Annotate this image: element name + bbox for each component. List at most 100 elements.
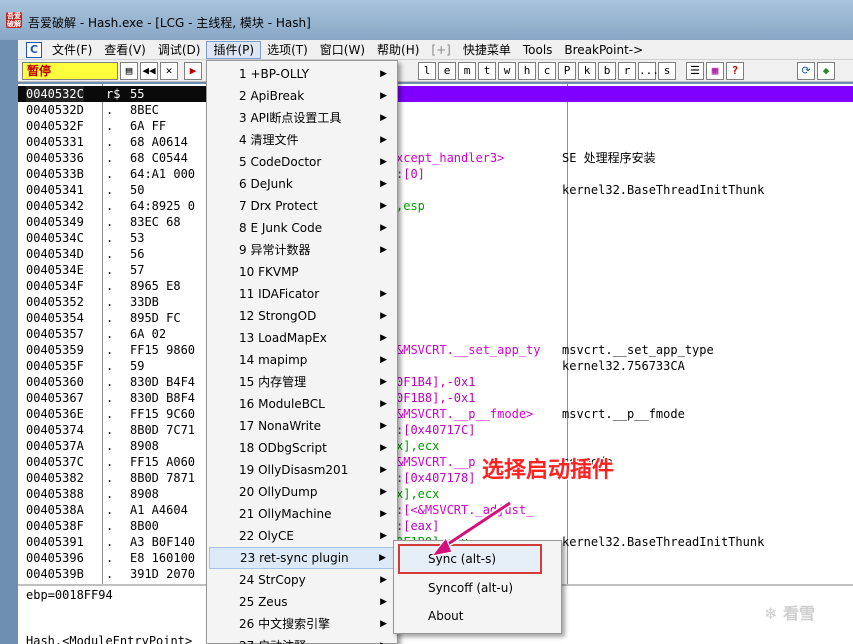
- disasm-row[interactable]: 00405342. 64:8925 0 ,esp: [18, 198, 853, 214]
- plugin-menu-item[interactable]: 11 IDAFicator ▶: [209, 283, 395, 305]
- disasm-row[interactable]: 0040537A. 8908 x],ecx: [18, 438, 853, 454]
- runtrace-button[interactable]: ...: [638, 62, 659, 80]
- disasm-row[interactable]: 0040534E. 57: [18, 262, 853, 278]
- cpu-window-icon[interactable]: C: [26, 41, 42, 58]
- disasm-row[interactable]: 00405336. 68 C0544 xcept_handler3> SE 处理程序安…: [18, 150, 853, 166]
- callstack-button[interactable]: k: [578, 62, 596, 80]
- patches-button[interactable]: P: [558, 62, 576, 80]
- menu-options[interactable]: 选项(T): [261, 41, 314, 59]
- plugin-menu-item[interactable]: 22 OlyCE ▶: [209, 525, 395, 547]
- disasm-row[interactable]: 00405349. 83EC 68: [18, 214, 853, 230]
- memory-button[interactable]: m: [458, 62, 476, 80]
- about-menu-item[interactable]: About: [396, 603, 559, 629]
- disasm-row[interactable]: 0040534C. 53: [18, 230, 853, 246]
- disasm-row[interactable]: 00405341. 50 kernel32.BaseThreadInitThunk: [18, 182, 853, 198]
- menu-file[interactable]: 文件(F): [46, 41, 98, 59]
- breakpoints-button[interactable]: b: [598, 62, 616, 80]
- menu-plus[interactable]: [+]: [425, 41, 456, 59]
- disasm-row[interactable]: 0040534D. 56: [18, 246, 853, 262]
- disasm-row[interactable]: 00405352. 33DB: [18, 294, 853, 310]
- app-icon[interactable]: 吾爱破解: [6, 12, 22, 28]
- disasm-row[interactable]: 00405354. 895D FC: [18, 310, 853, 326]
- plugin-menu-label: 17 NonaWrite: [239, 419, 322, 433]
- plugin-menu-item[interactable]: 8 E Junk Code ▶: [209, 217, 395, 239]
- plugin-menu-item[interactable]: 6 DeJunk ▶: [209, 173, 395, 195]
- plugin-menu-item[interactable]: 12 StrongOD ▶: [209, 305, 395, 327]
- cpu-button[interactable]: c: [538, 62, 556, 80]
- disasm-row[interactable]: 0040535F. 59 kernel32.756733CA: [18, 358, 853, 374]
- plugin-menu-item[interactable]: 19 OllyDisasm201 ▶: [209, 459, 395, 481]
- disassembly-pane[interactable]: 0040532C r$ 55 0040532D. 8BEC 0040532F. 6A FF 0…: [18, 84, 853, 584]
- disasm-row[interactable]: 0040538F. 8B00:[eax]: [18, 518, 853, 534]
- disasm-row[interactable]: 0040532D. 8BEC: [18, 102, 853, 118]
- disasm-row[interactable]: 0040532C r$ 55: [18, 86, 853, 102]
- source-button[interactable]: s: [658, 62, 676, 80]
- plugin-menu-item[interactable]: 18 ODbgScript ▶: [209, 437, 395, 459]
- menu-tools[interactable]: Tools: [517, 41, 559, 59]
- plugin-menu-item[interactable]: 10 FKVMP: [209, 261, 395, 283]
- plugin-menu-item[interactable]: 4 清理文件 ▶: [209, 129, 395, 151]
- plugin-menu-item[interactable]: 3 API断点设置工具 ▶: [209, 107, 395, 129]
- disasm-row[interactable]: 00405360. 830D B4F4 0F1B4],-0x1: [18, 374, 853, 390]
- disasm-hex: 53: [130, 231, 145, 245]
- plugin-menu-item[interactable]: 26 中文搜索引擎 ▶: [209, 613, 395, 635]
- disasm-row[interactable]: 00405357. 6A 02: [18, 326, 853, 342]
- plugin-menu-item[interactable]: 21 OllyMachine ▶: [209, 503, 395, 525]
- disasm-row[interactable]: 0040532F. 6A FF: [18, 118, 853, 134]
- plugin-menu-item[interactable]: 17 NonaWrite ▶: [209, 415, 395, 437]
- plugin-icon[interactable]: ◆: [817, 62, 835, 80]
- menu-plugins[interactable]: 插件(P): [206, 40, 262, 59]
- plugin-menu-item[interactable]: 27 启动注释 ▶: [209, 635, 395, 644]
- plugin-menu-item[interactable]: 14 mapimp ▶: [209, 349, 395, 371]
- list-icon[interactable]: ☰: [686, 62, 704, 80]
- disasm-asm: &MSVCRT.__p__fmode>: [396, 407, 534, 421]
- plugin-menu-item[interactable]: 16 ModuleBCL ▶: [209, 393, 395, 415]
- disasm-mark: .: [106, 247, 114, 261]
- disasm-row[interactable]: 0040534F. 8965 E8: [18, 278, 853, 294]
- executables-button[interactable]: e: [438, 62, 456, 80]
- menu-help[interactable]: 帮助(H): [371, 41, 425, 59]
- open-icon[interactable]: ▤: [120, 61, 138, 80]
- disasm-row[interactable]: 0040538A. A1 A4604:[<&MSVCRT._adjust_: [18, 502, 853, 518]
- plugin-menu-item[interactable]: 9 异常计数器 ▶: [209, 239, 395, 261]
- disasm-row[interactable]: 00405359. FF15 9860 &MSVCRT.__set_app_ty ms…: [18, 342, 853, 358]
- syncoff-menu-item[interactable]: Syncoff (alt-u): [396, 575, 559, 601]
- plugin-menu-item[interactable]: 2 ApiBreak ▶: [209, 85, 395, 107]
- grid-icon[interactable]: ▦: [706, 62, 724, 80]
- help-icon[interactable]: ?: [726, 62, 744, 80]
- disasm-row[interactable]: 00405388. 8908 x],ecx: [18, 486, 853, 502]
- sync-menu-item[interactable]: Sync (alt-s): [398, 544, 542, 574]
- rewind-icon[interactable]: ◀◀: [140, 61, 158, 80]
- disasm-row[interactable]: 00405374. 8B0D 7C71:[0x40717C]: [18, 422, 853, 438]
- plugin-menu-item[interactable]: 24 StrCopy ▶: [209, 569, 395, 591]
- menu-shortcut[interactable]: 快捷菜单: [457, 41, 517, 59]
- run-icon[interactable]: ▶: [184, 61, 202, 80]
- disasm-row[interactable]: 0040533B. 64:A1 000:[0]: [18, 166, 853, 182]
- plugin-menu-item[interactable]: 1 +BP-OLLY ▶: [209, 63, 395, 85]
- disasm-row[interactable]: 0040537C. FF15 A060 &MSVCRT.__p commode: [18, 454, 853, 470]
- refresh-icon[interactable]: ⟳: [797, 62, 815, 80]
- windows-button[interactable]: w: [498, 62, 516, 80]
- plugin-menu-item[interactable]: 5 CodeDoctor ▶: [209, 151, 395, 173]
- menu-breakpoint[interactable]: BreakPoint->: [558, 41, 649, 59]
- menu-view[interactable]: 查看(V): [98, 41, 152, 59]
- menu-window[interactable]: 窗口(W): [314, 41, 371, 59]
- plugin-menu-item[interactable]: 23 ret-sync plugin ▶: [209, 547, 395, 569]
- menu-debug[interactable]: 调试(D): [152, 41, 207, 59]
- close-icon[interactable]: ✕: [160, 61, 178, 80]
- plugin-menu-item[interactable]: 7 Drx Protect ▶: [209, 195, 395, 217]
- references-button[interactable]: r: [618, 62, 636, 80]
- disasm-addr: 00405360: [26, 375, 84, 389]
- threads-button[interactable]: t: [478, 62, 496, 80]
- handles-button[interactable]: h: [518, 62, 536, 80]
- disasm-row[interactable]: 00405382. 8B0D 7871:[0x407178]: [18, 470, 853, 486]
- plugin-menu-item[interactable]: 20 OllyDump ▶: [209, 481, 395, 503]
- plugins-dropdown: 1 +BP-OLLY ▶ 2 ApiBreak ▶ 3 API断点设置工具 ▶ 4 清理文件…: [206, 60, 398, 644]
- log-button[interactable]: l: [418, 62, 436, 80]
- disasm-row[interactable]: 00405367. 830D B8F4 0F1B8],-0x1: [18, 390, 853, 406]
- disasm-row[interactable]: 0040536E. FF15 9C60 &MSVCRT.__p__fmode> msv…: [18, 406, 853, 422]
- plugin-menu-item[interactable]: 13 LoadMapEx ▶: [209, 327, 395, 349]
- plugin-menu-item[interactable]: 15 内存管理 ▶: [209, 371, 395, 393]
- disasm-row[interactable]: 00405331. 68 A0614: [18, 134, 853, 150]
- plugin-menu-item[interactable]: 25 Zeus ▶: [209, 591, 395, 613]
